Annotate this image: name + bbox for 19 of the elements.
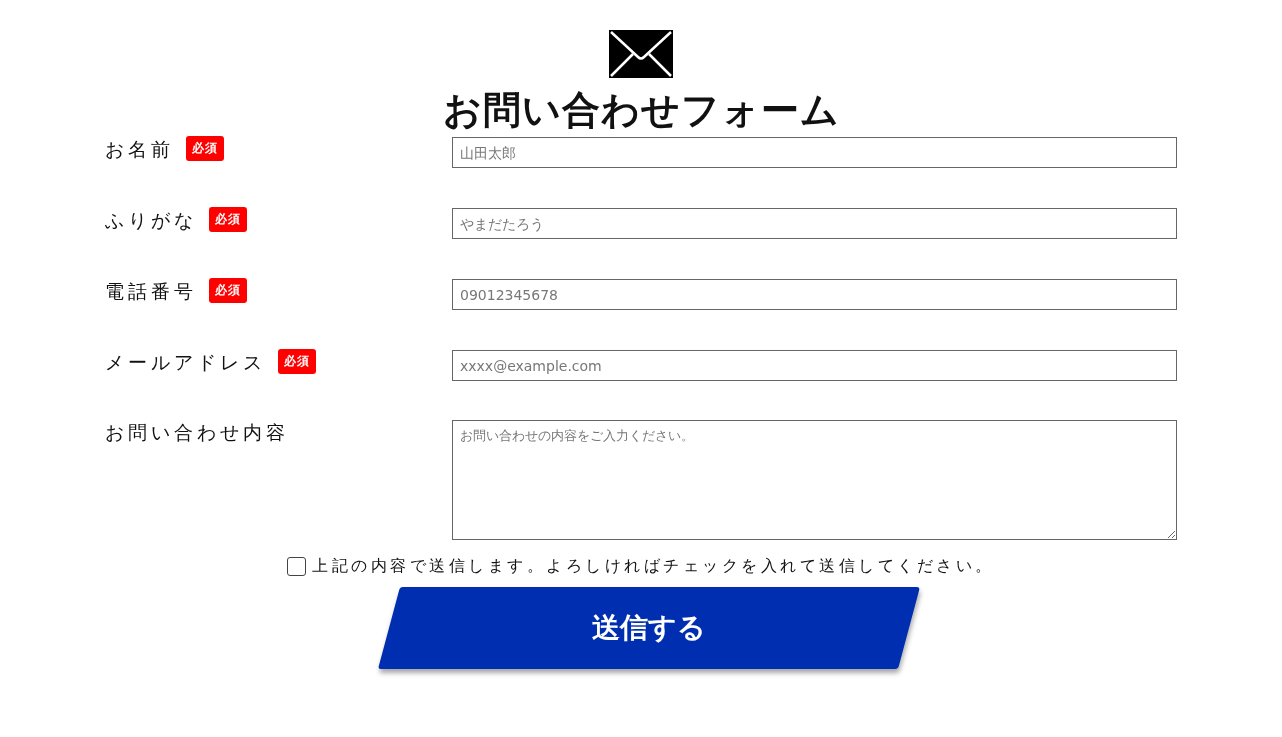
consent-text: 上記の内容で送信します。よろしければチェックを入れて送信してください。	[312, 556, 995, 577]
message-field[interactable]: お問い合わせの内容をご入力ください。	[452, 420, 1177, 540]
required-badge: 必須	[209, 278, 247, 303]
required-badge: 必須	[186, 136, 224, 161]
field-label: 電話番号	[105, 278, 197, 303]
submit-button[interactable]: 送信する	[377, 587, 920, 669]
checkbox[interactable]	[287, 557, 307, 576]
field-label: メールアドレス	[105, 349, 266, 374]
input-field[interactable]: 09012345678	[452, 279, 1177, 310]
input-field[interactable]: xxxx@example.com	[452, 350, 1177, 381]
required-badge: 必須	[209, 207, 247, 232]
envelope-icon	[609, 30, 673, 78]
input-field[interactable]: 山田太郎	[452, 137, 1177, 168]
input-field[interactable]: やまだたろう	[452, 208, 1177, 239]
required-badge: 必須	[278, 349, 316, 374]
field-label: お名前	[105, 136, 174, 161]
form-title: お問い合わせフォーム	[442, 87, 840, 134]
field-label: ふりがな	[105, 207, 197, 232]
field-label: お問い合わせ内容	[105, 420, 289, 444]
